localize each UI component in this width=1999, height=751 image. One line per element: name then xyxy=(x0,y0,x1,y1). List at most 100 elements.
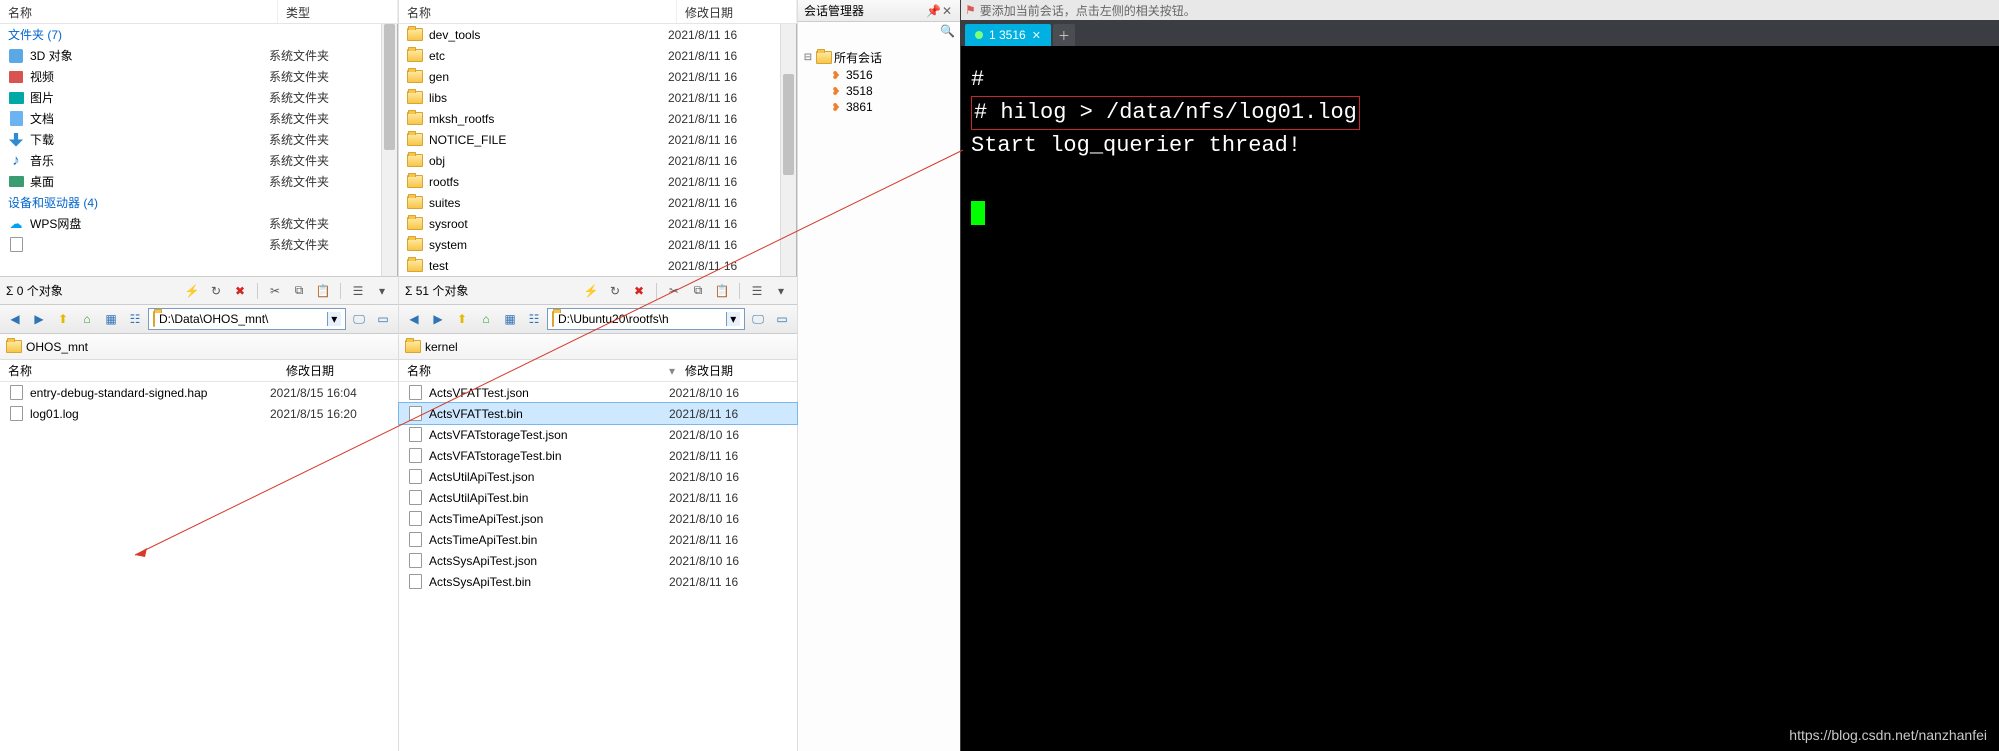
folder-item[interactable]: libs 2021/8/11 16 xyxy=(399,87,796,108)
up-icon[interactable]: ⬆ xyxy=(52,308,74,330)
cut-icon[interactable]: ✂ xyxy=(664,281,684,301)
session-item[interactable]: ❥ 3516 xyxy=(802,67,956,83)
file-row[interactable]: log01.log 2021/8/15 16:20 xyxy=(0,403,398,424)
folder-item[interactable]: etc 2021/8/11 16 xyxy=(399,45,796,66)
folder-item[interactable]: dev_tools 2021/8/11 16 xyxy=(399,24,796,45)
file-row[interactable]: ActsUtilApiTest.bin 2021/8/11 16 xyxy=(399,487,797,508)
file-row[interactable]: ActsVFATstorageTest.json 2021/8/10 16 xyxy=(399,424,797,445)
collapse-icon[interactable]: ⊟ xyxy=(802,52,814,63)
close-icon[interactable]: ✕ xyxy=(940,4,954,18)
delete-icon[interactable]: ✖ xyxy=(629,281,649,301)
file-row[interactable]: ActsSysApiTest.json 2021/8/10 16 xyxy=(399,550,797,571)
col-date[interactable]: 修改日期 xyxy=(677,0,797,23)
folder-item[interactable]: test 2021/8/11 16 xyxy=(399,255,796,276)
folder-item[interactable]: 图片 系统文件夹 xyxy=(0,87,397,108)
file-row[interactable]: entry-debug-standard-signed.hap 2021/8/1… xyxy=(0,382,398,403)
breadcrumb[interactable]: kernel xyxy=(399,334,797,360)
home-icon[interactable]: ⌂ xyxy=(76,308,98,330)
file-row[interactable]: ActsUtilApiTest.json 2021/8/10 16 xyxy=(399,466,797,487)
file-date: 2021/8/11 16 xyxy=(669,575,789,589)
properties-icon[interactable]: ☰ xyxy=(348,281,368,301)
file-date: 2021/8/10 16 xyxy=(669,470,789,484)
lightning-icon[interactable]: ⚡ xyxy=(182,281,202,301)
paste-icon[interactable]: 📋 xyxy=(313,281,333,301)
col-date-lower[interactable]: 修改日期 xyxy=(677,359,797,382)
delete-icon[interactable]: ✖ xyxy=(230,281,250,301)
search-icon[interactable]: 🔍 xyxy=(940,24,956,44)
cut-icon[interactable]: ✂ xyxy=(265,281,285,301)
copy-icon[interactable]: ⧉ xyxy=(688,281,708,301)
paste-icon[interactable]: 📋 xyxy=(712,281,732,301)
tree-icon[interactable]: ☷ xyxy=(124,308,146,330)
folder-item[interactable]: mksh_rootfs 2021/8/11 16 xyxy=(399,108,796,129)
col-name-lower[interactable]: 名称 xyxy=(399,359,661,382)
up-icon[interactable]: ⬆ xyxy=(451,308,473,330)
drive-item[interactable]: 系统文件夹 xyxy=(0,234,397,255)
col-name-lower[interactable]: 名称 xyxy=(0,359,278,382)
view-icon[interactable]: ▦ xyxy=(499,308,521,330)
file-row[interactable]: ActsSysApiTest.bin 2021/8/11 16 xyxy=(399,571,797,592)
refresh-icon[interactable]: ↻ xyxy=(206,281,226,301)
screen-icon[interactable]: ▭ xyxy=(771,308,793,330)
back-icon[interactable]: ◀ xyxy=(403,308,425,330)
folder-item[interactable]: 3D 对象 系统文件夹 xyxy=(0,45,397,66)
view-icon[interactable]: ▦ xyxy=(100,308,122,330)
more-icon[interactable]: ▾ xyxy=(771,281,791,301)
file-row[interactable]: ActsVFATTest.bin 2021/8/11 16 xyxy=(399,403,797,424)
folder-item[interactable]: NOTICE_FILE 2021/8/11 16 xyxy=(399,129,796,150)
col-date-lower[interactable]: 修改日期 xyxy=(278,359,398,382)
refresh-icon[interactable]: ↻ xyxy=(605,281,625,301)
file-row[interactable]: ActsTimeApiTest.bin 2021/8/11 16 xyxy=(399,529,797,550)
terminal-tab-active[interactable]: 1 3516 ✕ xyxy=(965,24,1051,46)
path-dropdown[interactable]: ▾ xyxy=(327,312,341,326)
folder-item[interactable]: system 2021/8/11 16 xyxy=(399,234,796,255)
pin-icon[interactable]: 📌 xyxy=(926,4,940,18)
col-type[interactable]: 类型 xyxy=(278,0,398,23)
file-row[interactable]: ActsVFATTest.json 2021/8/10 16 xyxy=(399,382,797,403)
address-bar[interactable]: ▾ xyxy=(148,308,346,330)
folder-item[interactable]: 下载 系统文件夹 xyxy=(0,129,397,150)
lightning-icon[interactable]: ⚡ xyxy=(581,281,601,301)
file-row[interactable]: ActsTimeApiTest.json 2021/8/10 16 xyxy=(399,508,797,529)
vertical-scrollbar[interactable] xyxy=(381,24,397,276)
path-input[interactable] xyxy=(159,312,327,326)
tab-close-icon[interactable]: ✕ xyxy=(1032,29,1041,42)
col-name[interactable]: 名称 xyxy=(0,0,278,23)
vertical-scrollbar[interactable] xyxy=(780,24,796,276)
folder-item[interactable]: 桌面 系统文件夹 xyxy=(0,171,397,192)
folder-item[interactable]: rootfs 2021/8/11 16 xyxy=(399,171,796,192)
terminal-output[interactable]: # # hilog > /data/nfs/log01.log Start lo… xyxy=(961,46,1999,751)
item-icon xyxy=(8,174,24,190)
back-icon[interactable]: ◀ xyxy=(4,308,26,330)
folder-item[interactable]: ♪ 音乐 系统文件夹 xyxy=(0,150,397,171)
more-icon[interactable]: ▾ xyxy=(372,281,392,301)
address-bar[interactable]: ▾ xyxy=(547,308,745,330)
session-item[interactable]: ❥ 3861 xyxy=(802,99,956,115)
group-folders[interactable]: 文件夹 (7) xyxy=(0,24,397,45)
tree-root[interactable]: ⊟ 所有会话 xyxy=(802,48,956,67)
tree-icon[interactable]: ☷ xyxy=(523,308,545,330)
path-input[interactable] xyxy=(558,312,726,326)
forward-icon[interactable]: ▶ xyxy=(28,308,50,330)
copy-icon[interactable]: ⧉ xyxy=(289,281,309,301)
properties-icon[interactable]: ☰ xyxy=(747,281,767,301)
folder-item[interactable]: gen 2021/8/11 16 xyxy=(399,66,796,87)
col-name[interactable]: 名称 xyxy=(399,0,677,23)
file-row[interactable]: ActsVFATstorageTest.bin 2021/8/11 16 xyxy=(399,445,797,466)
screen-icon[interactable]: ▭ xyxy=(372,308,394,330)
monitor-icon[interactable]: 🖵 xyxy=(348,308,370,330)
drive-item[interactable]: ☁ WPS网盘 系统文件夹 xyxy=(0,213,397,234)
session-item[interactable]: ❥ 3518 xyxy=(802,83,956,99)
add-tab-button[interactable]: ＋ xyxy=(1053,24,1075,46)
folder-item[interactable]: 文档 系统文件夹 xyxy=(0,108,397,129)
home-icon[interactable]: ⌂ xyxy=(475,308,497,330)
folder-item[interactable]: sysroot 2021/8/11 16 xyxy=(399,213,796,234)
forward-icon[interactable]: ▶ xyxy=(427,308,449,330)
folder-item[interactable]: suites 2021/8/11 16 xyxy=(399,192,796,213)
breadcrumb[interactable]: OHOS_mnt xyxy=(0,334,398,360)
monitor-icon[interactable]: 🖵 xyxy=(747,308,769,330)
folder-item[interactable]: 视频 系统文件夹 xyxy=(0,66,397,87)
folder-item[interactable]: obj 2021/8/11 16 xyxy=(399,150,796,171)
group-drives[interactable]: 设备和驱动器 (4) xyxy=(0,192,397,213)
path-dropdown[interactable]: ▾ xyxy=(726,312,740,326)
